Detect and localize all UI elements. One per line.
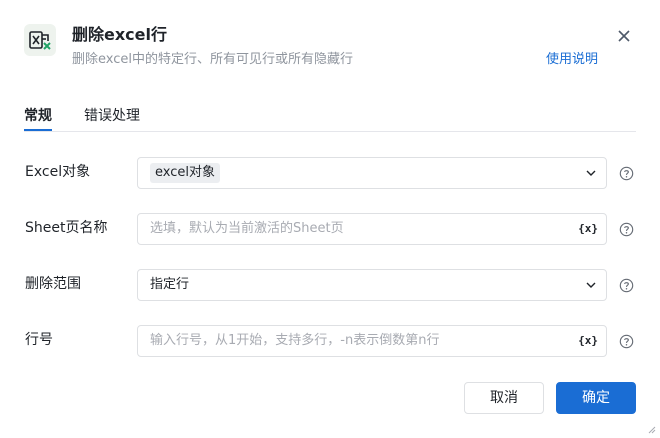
row-number-help-icon[interactable]	[619, 334, 634, 349]
delete-range-help-icon[interactable]	[619, 278, 634, 293]
row-number-variable-button[interactable]: {x}	[578, 334, 598, 348]
delete-excel-row-dialog: 删除excel行 删除excel中的特定行、所有可见行或所有隐藏行 使用说明 常…	[0, 0, 660, 438]
excel-object-label: Excel对象	[25, 164, 91, 180]
excel-object-select[interactable]: excel对象	[137, 157, 607, 189]
sheet-name-label: Sheet页名称	[25, 220, 108, 236]
usage-help-link[interactable]: 使用说明	[546, 51, 598, 69]
row-number-label: 行号	[25, 332, 53, 348]
close-button[interactable]	[614, 26, 634, 46]
row-number-placeholder: 输入行号，从1开始，支持多行，-n表示倒数第n行	[150, 333, 440, 348]
delete-range-select[interactable]: 指定行	[137, 269, 607, 301]
sheet-name-help-icon[interactable]	[619, 222, 634, 237]
chevron-down-icon	[585, 167, 597, 179]
close-icon	[618, 30, 630, 42]
dialog-subtitle: 删除excel中的特定行、所有可见行或所有隐藏行	[72, 52, 353, 67]
delete-range-label: 删除范围	[25, 276, 81, 292]
tab-error-handling[interactable]: 错误处理	[84, 106, 140, 126]
tabs-divider	[24, 131, 636, 132]
tab-general[interactable]: 常规	[24, 106, 52, 126]
excel-object-help-icon[interactable]	[619, 166, 634, 181]
excel-delete-icon	[24, 24, 56, 56]
sheet-name-input[interactable]: 选填，默认为当前激活的Sheet页 {x}	[137, 213, 607, 245]
dialog-title: 删除excel行	[72, 25, 167, 44]
row-number-input[interactable]: 输入行号，从1开始，支持多行，-n表示倒数第n行 {x}	[137, 325, 607, 357]
resize-grip-icon[interactable]	[646, 424, 656, 434]
sheet-name-placeholder: 选填，默认为当前激活的Sheet页	[150, 221, 344, 236]
cancel-button[interactable]: 取消	[464, 382, 544, 414]
chevron-down-icon	[585, 279, 597, 291]
excel-object-tag: excel对象	[150, 163, 220, 183]
confirm-button[interactable]: 确定	[556, 382, 636, 414]
delete-range-value: 指定行	[150, 277, 190, 292]
sheet-name-variable-button[interactable]: {x}	[578, 222, 598, 236]
